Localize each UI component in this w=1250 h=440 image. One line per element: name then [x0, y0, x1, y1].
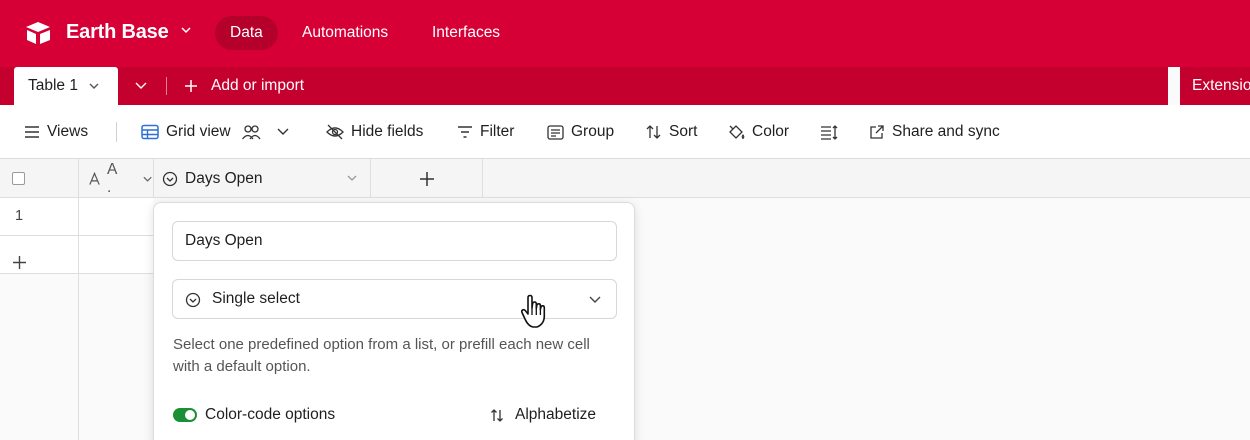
column-days-open-label: Days Open: [185, 169, 263, 187]
row-number: 1: [0, 198, 79, 235]
text-field-icon: [89, 171, 100, 185]
field-type-label: Single select: [212, 290, 300, 307]
eye-off-icon: [326, 124, 344, 140]
views-label: Views: [47, 123, 89, 140]
alphabetize-button[interactable]: Alphabetize: [490, 406, 596, 424]
nav-tab-automations[interactable]: Automations: [287, 16, 403, 50]
group-icon: [547, 124, 564, 140]
sort-button[interactable]: Sort: [646, 105, 697, 159]
table-tab-label: Table 1: [28, 77, 78, 94]
add-row-button[interactable]: [0, 236, 153, 274]
share-and-sync-button[interactable]: Share and sync: [869, 105, 1000, 159]
views-button[interactable]: Views: [24, 105, 88, 159]
add-or-import-label: Add or import: [211, 77, 305, 94]
filter-label: Filter: [480, 123, 515, 140]
hide-fields-button[interactable]: Hide fields: [326, 105, 423, 159]
sort-icon: [646, 125, 661, 139]
people-icon: [241, 125, 261, 140]
sort-icon: [491, 409, 503, 422]
chevron-down-icon[interactable]: [134, 80, 148, 92]
grid-view-label: Grid view: [166, 123, 231, 140]
chevron-down-icon[interactable]: [142, 174, 153, 184]
pointer-hand-icon: [520, 294, 546, 328]
column-header-a[interactable]: A .: [79, 159, 154, 198]
field-config-popover: Days Open Single select Select one prede…: [153, 202, 635, 440]
color-code-label: Color-code options: [205, 406, 336, 423]
plus-icon: [13, 256, 26, 269]
add-or-import-button[interactable]: Add or import: [184, 67, 304, 105]
logo-icon[interactable]: [24, 20, 52, 46]
color-label: Color: [752, 123, 790, 140]
group-label: Group: [571, 123, 615, 140]
tab-table-1[interactable]: Table 1: [14, 67, 118, 105]
field-type-description: Select one predefined option from a list…: [173, 336, 590, 375]
plus-icon: [419, 171, 434, 186]
chevron-down-icon[interactable]: [346, 173, 358, 183]
row-number-column: [0, 274, 79, 440]
menu-icon: [25, 126, 39, 138]
table-row[interactable]: 1: [0, 198, 153, 236]
chevron-down-icon: [589, 296, 601, 303]
chevron-down-icon[interactable]: [276, 126, 290, 138]
grid-view-button[interactable]: Grid view: [141, 105, 297, 159]
nav-tab-data[interactable]: Data: [215, 16, 278, 50]
field-name-input[interactable]: Days Open: [172, 221, 617, 261]
column-a-label: A .: [107, 160, 117, 196]
top-app-bar: Earth Base Data Automations Interfaces: [0, 0, 1250, 67]
share-icon: [870, 125, 884, 139]
row-height-button[interactable]: [820, 105, 845, 159]
row-height-icon: [821, 124, 838, 140]
add-row-cell[interactable]: [0, 236, 79, 273]
select-all-checkbox[interactable]: [12, 172, 25, 185]
single-select-icon: [162, 171, 178, 186]
chevron-down-icon[interactable]: [180, 24, 192, 36]
grid-header-row: A . Days Open: [0, 159, 1250, 198]
toolbar-divider: [116, 122, 117, 142]
base-name[interactable]: Earth Base: [66, 21, 169, 44]
chevron-down-icon[interactable]: [88, 80, 100, 92]
extensions-button[interactable]: Extensions: [1180, 67, 1250, 105]
column-header-days-open[interactable]: Days Open: [154, 159, 371, 198]
paint-bucket-icon: [729, 124, 745, 139]
filter-icon: [458, 126, 472, 138]
group-button[interactable]: Group: [547, 105, 614, 159]
select-all-cell[interactable]: [0, 159, 79, 198]
table-tab-strip: [0, 67, 1168, 105]
filter-button[interactable]: Filter: [457, 105, 514, 159]
nav-tab-interfaces[interactable]: Interfaces: [417, 16, 515, 50]
single-select-icon: [185, 292, 201, 308]
plus-icon: [185, 80, 197, 92]
grid-icon: [141, 124, 159, 140]
share-and-sync-label: Share and sync: [892, 123, 1000, 140]
add-field-button[interactable]: [371, 159, 483, 198]
sort-label: Sort: [669, 123, 698, 140]
tab-divider: [166, 77, 167, 95]
alphabetize-label: Alphabetize: [515, 406, 597, 423]
color-code-toggle[interactable]: [173, 408, 197, 422]
color-button[interactable]: Color: [727, 105, 789, 159]
hide-fields-label: Hide fields: [351, 123, 424, 140]
view-toolbar: Views Grid view Hide fields Filter Group…: [0, 105, 1250, 159]
